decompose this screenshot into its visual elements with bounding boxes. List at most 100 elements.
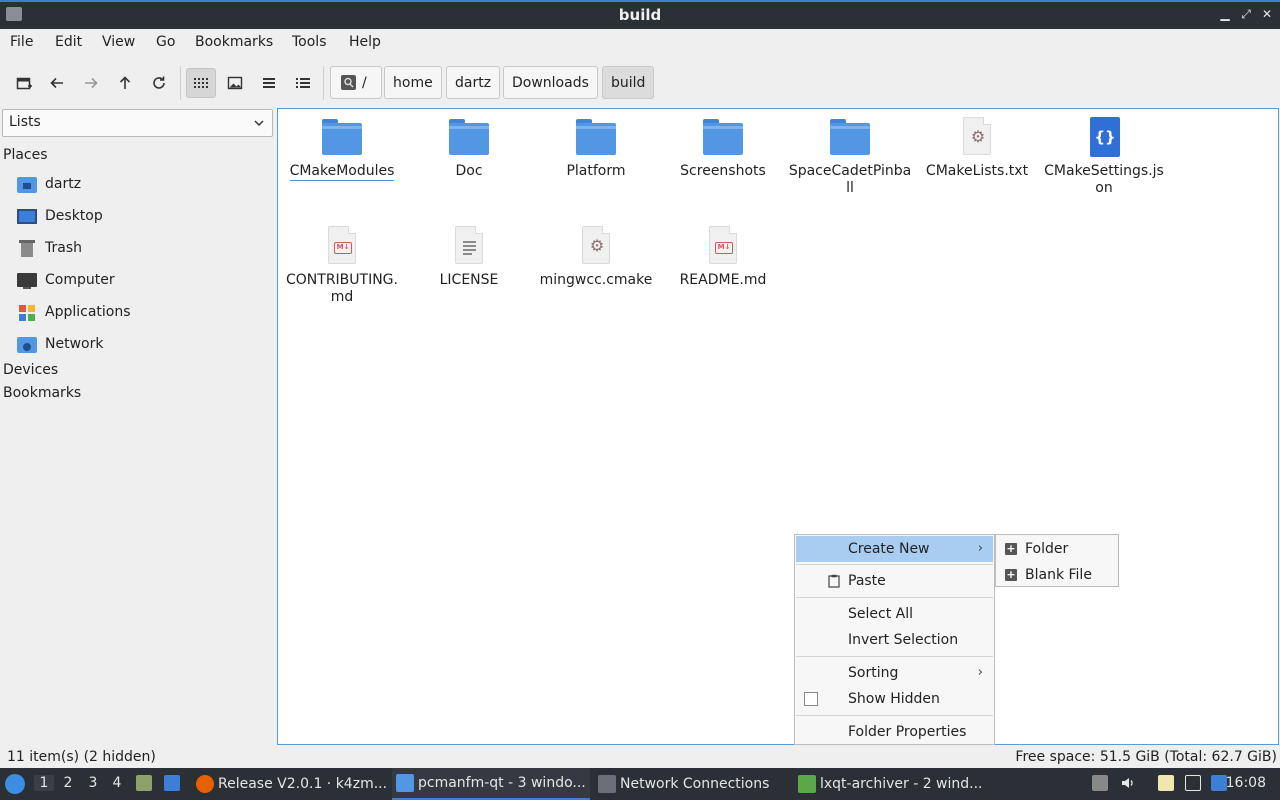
workspace-4[interactable]: 4 bbox=[107, 775, 127, 791]
start-menu-icon[interactable] bbox=[5, 774, 25, 794]
breadcrumb-label: / bbox=[362, 74, 367, 91]
sidebar-item-desktop[interactable]: Desktop bbox=[17, 204, 103, 228]
breadcrumb-root[interactable]: / bbox=[330, 66, 382, 99]
notes-icon[interactable] bbox=[1158, 775, 1174, 791]
task-firefox[interactable]: Release V2.0.1 · k4zm... bbox=[192, 768, 388, 800]
file-view[interactable]: CMakeModules Doc Platform Screenshots Sp… bbox=[277, 108, 1279, 745]
menu-tools[interactable]: Tools bbox=[292, 34, 327, 50]
side-pane-mode-select[interactable]: Lists bbox=[2, 109, 273, 137]
file-name: Platform bbox=[566, 163, 626, 179]
minimize-icon[interactable]: ▁ bbox=[1217, 6, 1233, 22]
cmake-file-icon: ⚙ bbox=[576, 224, 616, 268]
file-name: CONTRIBUTING.md bbox=[286, 272, 398, 305]
file-item[interactable]: M↓ README.md bbox=[661, 224, 785, 289]
sidebar-item-dartz[interactable]: dartz bbox=[17, 172, 81, 196]
file-name: README.md bbox=[679, 272, 767, 288]
file-item[interactable]: Screenshots bbox=[661, 115, 785, 180]
menu-help[interactable]: Help bbox=[349, 34, 381, 50]
menu-item-invert-selection[interactable]: Invert Selection bbox=[796, 627, 993, 653]
folder-icon bbox=[830, 115, 870, 159]
task-lxqt-archiver[interactable]: lxqt-archiver - 2 wind... bbox=[794, 768, 992, 800]
status-free-space: Free space: 51.5 GiB (Total: 62.7 GiB) bbox=[1015, 749, 1277, 765]
file-manager-launcher-icon[interactable] bbox=[164, 775, 180, 791]
workspace-1[interactable]: 1 bbox=[34, 775, 54, 791]
file-item[interactable]: {} CMakeSettings.json bbox=[1042, 115, 1166, 197]
home-folder-icon bbox=[17, 175, 37, 193]
show-desktop-icon[interactable] bbox=[136, 775, 152, 791]
places-header[interactable]: Places bbox=[3, 147, 48, 163]
file-name: CMakeModules bbox=[289, 163, 395, 181]
breadcrumb-label: build bbox=[611, 74, 646, 91]
menu-item-folder-properties[interactable]: Folder Properties bbox=[796, 719, 993, 745]
folder-icon bbox=[396, 774, 414, 792]
up-icon[interactable] bbox=[110, 68, 140, 98]
menu-item-sorting[interactable]: Sorting › bbox=[796, 660, 993, 686]
sidebar-item-applications[interactable]: Applications bbox=[17, 300, 131, 324]
new-tab-icon[interactable] bbox=[9, 68, 39, 98]
sidebar-item-trash[interactable]: Trash bbox=[17, 236, 82, 260]
file-item[interactable]: LICENSE bbox=[407, 224, 531, 289]
task-network-connections[interactable]: Network Connections bbox=[594, 768, 792, 800]
breadcrumb-home[interactable]: home bbox=[384, 66, 442, 99]
compact-view-icon[interactable] bbox=[254, 68, 284, 98]
file-name: SpaceCadetPinball bbox=[788, 163, 912, 196]
breadcrumb-build[interactable]: build bbox=[602, 66, 655, 99]
sidebar-item-label: Computer bbox=[45, 272, 115, 288]
task-pcmanfm[interactable]: pcmanfm-qt - 3 windo... bbox=[392, 768, 590, 800]
menu-edit[interactable]: Edit bbox=[55, 34, 82, 50]
menu-item-show-hidden[interactable]: Show Hidden bbox=[796, 686, 993, 712]
paste-icon bbox=[828, 574, 840, 588]
submenu-item-folder[interactable]: + Folder bbox=[997, 536, 1117, 562]
menu-view[interactable]: View bbox=[102, 34, 135, 50]
sidebar-item-network[interactable]: Network bbox=[17, 332, 103, 356]
update-notifier-icon[interactable] bbox=[1211, 775, 1227, 791]
icon-view-icon[interactable] bbox=[186, 68, 216, 98]
file-name: mingwcc.cmake bbox=[539, 272, 653, 288]
sidebar-item-label: Trash bbox=[45, 240, 82, 256]
menu-item-label: Create New bbox=[848, 541, 930, 557]
menu-item-create-new[interactable]: Create New › bbox=[796, 536, 993, 562]
status-item-count: 11 item(s) (2 hidden) bbox=[7, 749, 156, 765]
file-item[interactable]: M↓ CONTRIBUTING.md bbox=[280, 224, 404, 306]
file-item[interactable]: ⚙ mingwcc.cmake bbox=[534, 224, 658, 289]
task-label: lxqt-archiver - 2 wind... bbox=[820, 776, 983, 792]
clipboard-icon[interactable] bbox=[1092, 775, 1108, 791]
volume-icon[interactable] bbox=[1120, 775, 1136, 791]
bookmarks-header[interactable]: Bookmarks bbox=[3, 385, 81, 401]
menu-file[interactable]: File bbox=[10, 34, 33, 50]
forward-icon[interactable] bbox=[76, 68, 106, 98]
reload-icon[interactable] bbox=[144, 68, 174, 98]
sidebar-item-label: dartz bbox=[45, 176, 82, 192]
menu-go[interactable]: Go bbox=[156, 34, 175, 50]
menu-bookmarks[interactable]: Bookmarks bbox=[195, 34, 273, 50]
thumbnail-view-icon[interactable] bbox=[220, 68, 250, 98]
file-item[interactable]: Doc bbox=[407, 115, 531, 180]
archive-icon bbox=[798, 775, 816, 793]
menu-item-label: Select All bbox=[848, 606, 913, 622]
text-file-icon bbox=[449, 224, 489, 268]
workspace-3[interactable]: 3 bbox=[83, 775, 103, 791]
sidebar-item-computer[interactable]: Computer bbox=[17, 268, 115, 292]
path-edit-icon[interactable] bbox=[341, 75, 356, 90]
file-item[interactable]: CMakeModules bbox=[280, 115, 404, 181]
maximize-icon[interactable]: ⤢ bbox=[1238, 6, 1254, 22]
devices-header[interactable]: Devices bbox=[3, 362, 58, 378]
close-icon[interactable]: ✕ bbox=[1259, 6, 1275, 22]
file-name: Screenshots bbox=[680, 163, 766, 179]
submenu-item-blank-file[interactable]: + Blank File bbox=[997, 562, 1117, 588]
back-icon[interactable] bbox=[42, 68, 72, 98]
show-hidden-checkbox[interactable] bbox=[804, 692, 818, 706]
network-tray-icon[interactable] bbox=[1185, 775, 1201, 791]
workspace-2[interactable]: 2 bbox=[58, 775, 78, 791]
clock[interactable]: 16:08 bbox=[1226, 775, 1266, 791]
file-item[interactable]: SpaceCadetPinball bbox=[788, 115, 912, 197]
file-item[interactable]: Platform bbox=[534, 115, 658, 180]
detailed-view-icon[interactable] bbox=[288, 68, 318, 98]
folder-icon bbox=[322, 115, 362, 159]
menu-item-paste[interactable]: Paste bbox=[796, 568, 993, 594]
side-pane-mode-value: Lists bbox=[9, 114, 41, 130]
file-item[interactable]: ⚙ CMakeLists.txt bbox=[915, 115, 1039, 180]
breadcrumb-dartz[interactable]: dartz bbox=[446, 66, 501, 99]
breadcrumb-downloads[interactable]: Downloads bbox=[503, 66, 598, 99]
menu-item-select-all[interactable]: Select All bbox=[796, 601, 993, 627]
